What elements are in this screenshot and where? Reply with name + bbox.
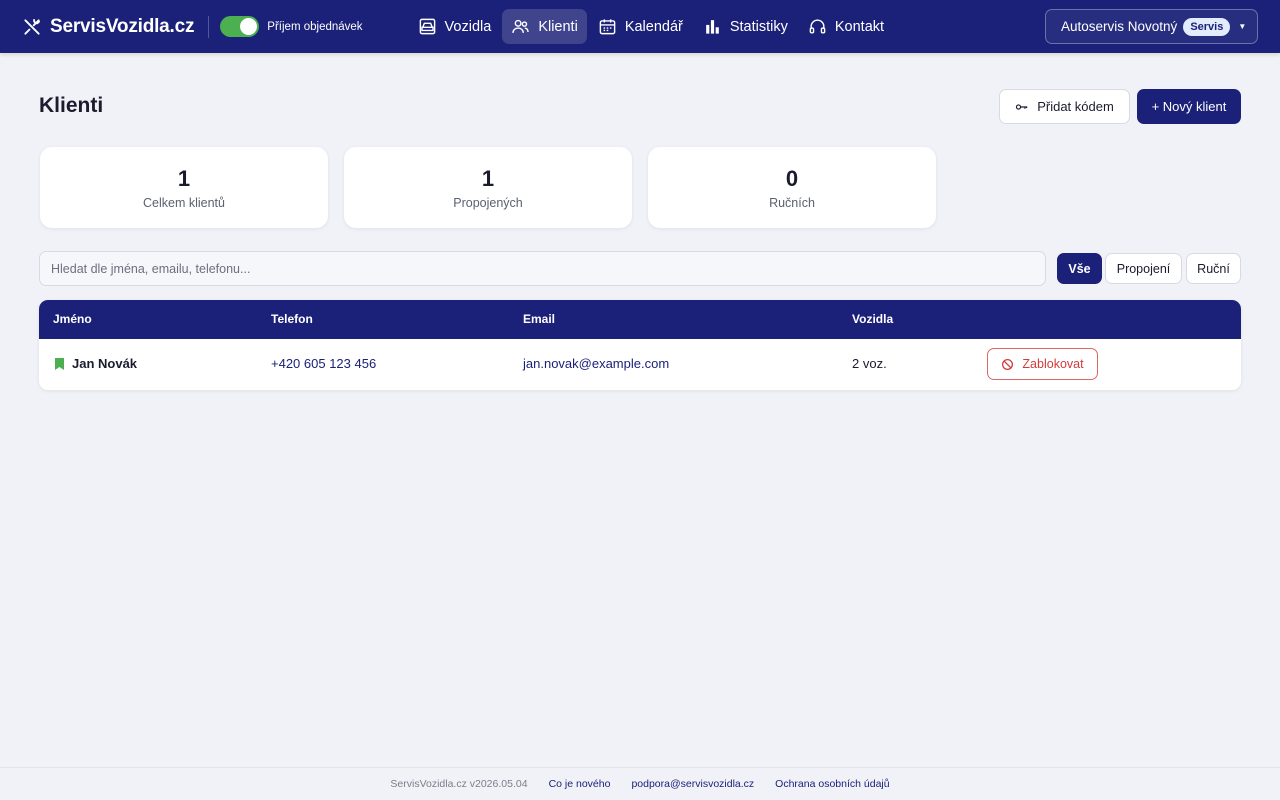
bookmark-icon [55, 357, 64, 370]
app-version: ServisVozidla.cz v2026.05.04 [390, 778, 528, 790]
stat-label: Propojených [453, 195, 523, 210]
add-by-code-button[interactable]: Přidat kódem [999, 89, 1130, 124]
stat-label: Celkem klientů [143, 195, 225, 210]
footer-link-privacy[interactable]: Ochrana osobních údajů [775, 778, 889, 790]
client-vehicles: 2 voz. [852, 356, 887, 371]
add-by-code-label: Přidat kódem [1037, 99, 1114, 114]
nav-label: Kontakt [834, 18, 885, 35]
nav-label: Kalendář [624, 18, 683, 35]
brand-logo[interactable]: ServisVozidla.cz [22, 16, 194, 38]
new-client-button[interactable]: + Nový klient [1137, 89, 1241, 124]
bar-chart-icon [706, 20, 719, 34]
filter-all[interactable]: Vše [1057, 253, 1102, 284]
stat-value: 0 [785, 165, 799, 191]
car-icon [419, 18, 435, 35]
nav-label: Vozidla [444, 18, 492, 35]
client-name: Jan Novák [72, 356, 138, 371]
footer-link-whats-new[interactable]: Co je nového [549, 778, 611, 790]
block-client-button[interactable]: Zablokovat [987, 348, 1098, 380]
column-header-vehicles[interactable]: Vozidla [852, 312, 893, 326]
order-toggle-group: Příjem objednávek [220, 16, 363, 37]
stat-value: 1 [481, 165, 495, 191]
search-input[interactable] [39, 251, 1046, 286]
block-label: Zablokovat [1022, 357, 1084, 371]
role-badge: Servis [1183, 17, 1231, 36]
column-header-phone[interactable]: Telefon [271, 312, 313, 326]
divider [208, 15, 210, 38]
footer: ServisVozidla.cz v2026.05.04 Co je novéh… [0, 767, 1280, 800]
brand-name: ServisVozidla.cz [50, 15, 195, 37]
account-name: Autoservis Novotný [1061, 19, 1178, 34]
ban-icon [1002, 358, 1014, 370]
headset-icon [809, 19, 826, 34]
order-intake-toggle[interactable] [220, 16, 260, 37]
client-email[interactable]: jan.novak@example.com [523, 356, 669, 371]
nav-item-kalendar[interactable]: Kalendář [589, 9, 692, 44]
stat-value: 1 [177, 165, 191, 191]
main-nav: Vozidla Klienti Kalendář Statistiky Kont… [409, 9, 894, 44]
filter-manual[interactable]: Ruční [1186, 253, 1241, 284]
chevron-down-icon: ▼ [1238, 22, 1247, 31]
stat-card-linked: 1 Propojených [344, 147, 632, 228]
clients-table: Jméno Telefon Email Vozidla Jan Novák +4… [39, 300, 1241, 390]
table-header: Jméno Telefon Email Vozidla [39, 300, 1241, 339]
stat-card-manual: 0 Ručních [648, 147, 936, 228]
top-navbar: ServisVozidla.cz Příjem objednávek Vozid… [0, 0, 1280, 53]
account-switcher[interactable]: Autoservis Novotný Servis ▼ [1045, 9, 1258, 44]
nav-item-klienti[interactable]: Klienti [502, 9, 587, 44]
nav-item-kontakt[interactable]: Kontakt [799, 9, 893, 44]
toggle-knob [240, 18, 258, 35]
client-phone[interactable]: +420 605 123 456 [271, 356, 376, 371]
users-icon [512, 19, 530, 33]
tools-icon [24, 18, 40, 35]
column-header-name[interactable]: Jméno [53, 312, 92, 326]
key-icon [1016, 103, 1028, 110]
filter-linked[interactable]: Propojení [1105, 253, 1182, 284]
nav-label: Klienti [538, 18, 578, 35]
stat-card-total: 1 Celkem klientů [40, 147, 328, 228]
calendar-icon [599, 19, 616, 35]
page-title: Klienti [39, 94, 104, 117]
table-row[interactable]: Jan Novák +420 605 123 456 jan.novak@exa… [39, 339, 1241, 390]
nav-item-statistiky[interactable]: Statistiky [694, 9, 797, 44]
client-name-cell: Jan Novák [55, 356, 137, 371]
order-toggle-label: Příjem objednávek [267, 20, 363, 33]
nav-label: Statistiky [729, 18, 788, 35]
column-header-email[interactable]: Email [523, 312, 555, 326]
nav-item-vozidla[interactable]: Vozidla [409, 9, 501, 44]
footer-link-support-email[interactable]: podpora@servisvozidla.cz [631, 778, 754, 790]
stat-label: Ručních [769, 195, 815, 210]
